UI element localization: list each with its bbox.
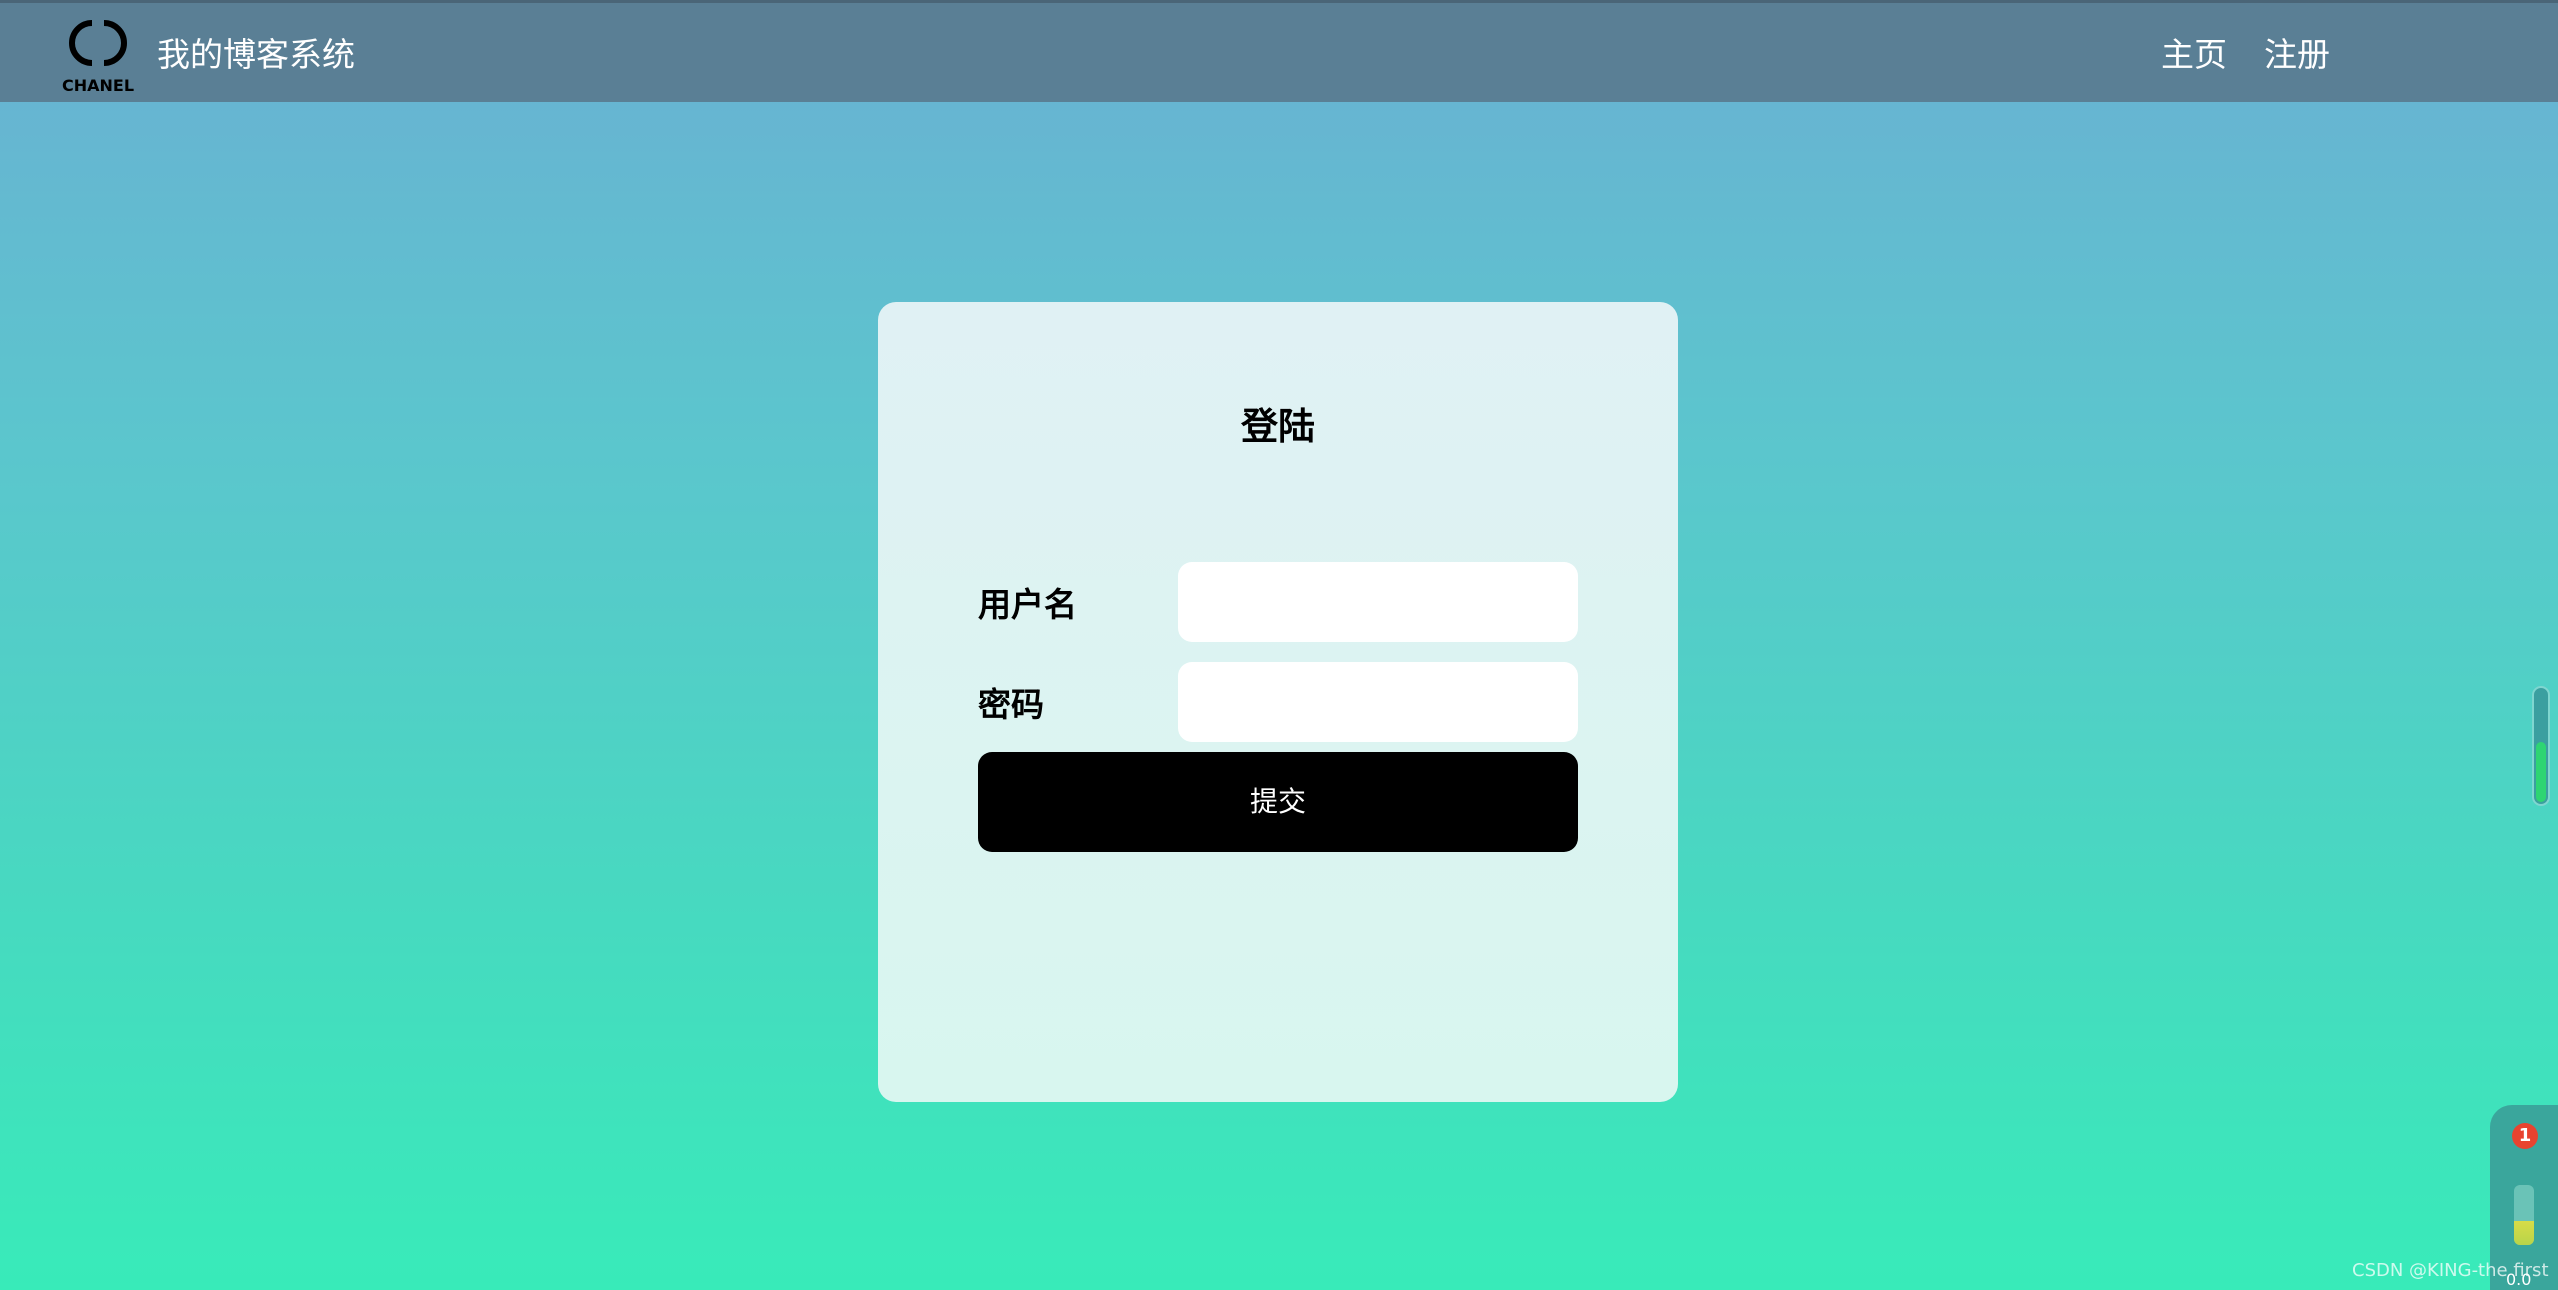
username-label: 用户名 [978, 585, 1077, 624]
nav-link-home[interactable]: 主页 [2161, 33, 2227, 77]
mini-gauge [2514, 1185, 2534, 1245]
nav-link-register[interactable]: 注册 [2264, 33, 2330, 77]
username-input[interactable] [1178, 562, 1578, 642]
site-title[interactable]: 我的博客系统 [157, 33, 355, 77]
login-card: 登陆 用户名 密码 提交 [878, 302, 1678, 1102]
mini-gauge-fill [2514, 1221, 2534, 1245]
login-title: 登陆 [1241, 405, 1315, 448]
password-input[interactable] [1178, 662, 1578, 742]
csdn-watermark: CSDN @KING-the first [2352, 1260, 2549, 1281]
logo-text: CHANEL [62, 76, 134, 95]
scroll-indicator-fill [2536, 742, 2546, 802]
top-navbar: CHANEL 我的博客系统 主页 注册 [0, 0, 2558, 102]
chanel-logo-icon[interactable]: CHANEL [62, 13, 134, 95]
password-label: 密码 [978, 685, 1044, 724]
scroll-indicator-icon[interactable] [2532, 686, 2550, 806]
notification-badge-icon[interactable]: 1 [2512, 1123, 2538, 1149]
submit-button[interactable]: 提交 [978, 752, 1578, 852]
